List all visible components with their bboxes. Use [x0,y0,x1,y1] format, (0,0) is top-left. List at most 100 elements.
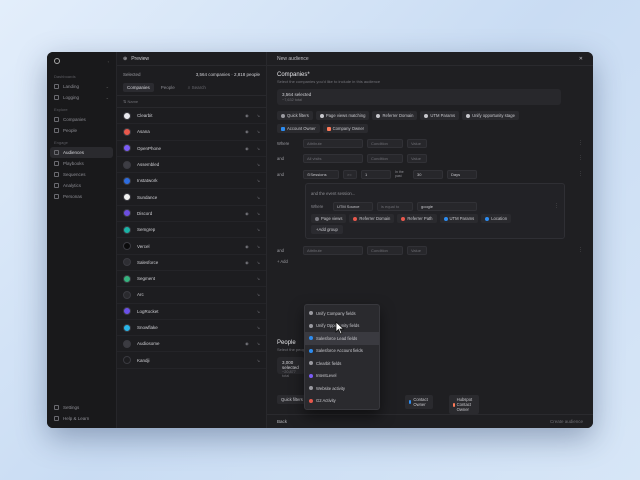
unit-select[interactable]: Days [447,169,477,179]
value-input[interactable]: Value [407,153,427,163]
link-icon[interactable]: ↘ [257,341,260,346]
nested-attribute[interactable]: UTM Source [333,201,373,211]
dropdown-item[interactable]: Website activity [305,382,379,395]
event-chip[interactable]: Page views [311,214,347,223]
owner-chip[interactable]: Account Owner [277,124,320,133]
list-item[interactable]: Vercel ◉ ↘ [117,238,266,255]
condition-select[interactable]: Condition [367,245,403,255]
more-icon[interactable]: ⋮ [554,203,559,209]
link-icon[interactable]: ↘ [257,162,260,167]
condition-select[interactable]: Condition [367,153,403,163]
row-actions: ↘ [257,292,260,297]
owner-chip[interactable]: Company Owner [322,124,369,133]
more-icon[interactable]: ⋮ [578,155,583,161]
people-quick-filters[interactable]: Quick filters [277,395,307,404]
sidebar-item-people[interactable]: People [47,125,116,136]
condition-select[interactable]: Condition [367,138,403,148]
attribute-select[interactable]: Attribute [303,138,363,148]
link-icon[interactable]: ↘ [257,146,260,151]
list-item[interactable]: Discord ◉ ↘ [117,206,266,223]
dropdown-item[interactable]: Unify Company fields [305,307,379,320]
tab-companies[interactable]: Companies [123,83,154,92]
close-icon[interactable]: ✕ [579,56,583,62]
attribute-select[interactable]: Attribute [303,245,363,255]
list-item[interactable]: Arc ↘ [117,287,266,304]
search-input[interactable]: ⌕ Search [188,85,206,90]
more-icon[interactable]: ⋮ [578,171,583,177]
filter-chip[interactable]: Page views matching [315,111,370,120]
filter-chip[interactable]: Unify opportunity stage [462,111,519,120]
link-icon[interactable]: ↘ [257,195,260,200]
create-audience-button[interactable]: Create audience [550,419,583,424]
sidebar-item-companies[interactable]: Companies [47,114,116,125]
back-button[interactable]: Back [277,419,287,424]
sidebar-item-logging[interactable]: Logging ⌄ [47,92,116,103]
list-item[interactable]: Snowflake ↘ [117,320,266,337]
dropdown-item[interactable]: IntentLevel [305,370,379,383]
nested-condition[interactable]: is equal to [377,201,413,211]
link-icon[interactable]: ↘ [257,309,260,314]
contact-owner-chip[interactable]: Contact Owner [405,395,434,409]
link-icon[interactable]: ↘ [257,244,260,249]
sessions-field[interactable]: ⊙ Sessions [303,169,339,179]
list-item[interactable]: Audiosome ◉ ↘ [117,336,266,353]
value-input[interactable]: Value [407,138,427,148]
event-chip[interactable]: Location [481,214,512,223]
filter-chip[interactable]: Referrer Domain [372,111,418,120]
list-item[interactable]: OpenPhone ◉ ↘ [117,141,266,157]
list-item[interactable]: Segment ↘ [117,271,266,288]
link-icon[interactable]: ↘ [257,211,260,216]
collapse-icon[interactable]: ‹ [108,59,109,64]
link-icon[interactable]: ↘ [257,113,260,118]
list-item[interactable]: Assembled ↘ [117,157,266,174]
sidebar-item-settings[interactable]: Settings [47,402,116,413]
value-input[interactable]: Value [407,245,427,255]
event-chip[interactable]: Referrer Domain [349,214,395,223]
list-item[interactable]: Instatwork ↘ [117,173,266,190]
window-input[interactable]: 30 [413,169,443,179]
link-icon[interactable]: ↘ [257,178,260,183]
link-icon[interactable]: ↘ [257,129,260,134]
filter-chip[interactable]: Quick filters [277,111,313,120]
add-group-button[interactable]: + Add group [311,225,343,234]
tab-people[interactable]: People [157,83,179,92]
link-icon[interactable]: ↘ [257,358,260,363]
more-icon[interactable]: ⋮ [578,247,583,253]
sidebar-item-help-learn[interactable]: Help & Learn [47,413,116,424]
more-icon[interactable]: ⋮ [578,140,583,146]
link-icon[interactable]: ↘ [257,260,260,265]
link-icon[interactable]: ↘ [257,227,260,232]
sidebar-item-playbooks[interactable]: Playbooks [47,158,116,169]
hubspot-owner-chip[interactable]: Hubspot Contact Owner [449,395,479,414]
sidebar-item-analytics[interactable]: Analytics [47,180,116,191]
sidebar-item-sequences[interactable]: Sequences [47,169,116,180]
personas-icon [54,194,59,199]
dropdown-item[interactable]: Salesforce Account fields [305,345,379,358]
list-item[interactable]: LogRocket ↘ [117,304,266,320]
sidebar-item-audiences[interactable]: Audiences [50,147,113,158]
sidebar-item-landing[interactable]: Landing ⌄ [47,81,116,92]
list-item[interactable]: Kandji ↘ [117,352,266,369]
event-chip[interactable]: Referrer Path [397,214,437,223]
dropdown-item[interactable]: G2 Activity [305,395,379,408]
nested-value[interactable]: google [417,201,477,211]
attribute-select[interactable]: All visits [303,153,363,163]
filter-chip[interactable]: UTM Params [420,111,460,120]
add-filter-button[interactable]: + Add [277,259,583,264]
column-header[interactable]: ⇅ Name [117,95,266,108]
operator-select[interactable]: >= [343,169,357,179]
list-item[interactable]: Asana ◉ ↘ [117,124,266,141]
main-header: New audience ✕ [267,52,593,66]
link-icon[interactable]: ↘ [257,325,260,330]
event-chip[interactable]: UTM Params [439,214,479,223]
list-item[interactable]: Clearbit ◉ ↘ [117,108,266,125]
count-input[interactable]: 1 [361,169,391,179]
link-icon[interactable]: ↘ [257,276,260,281]
dropdown-item[interactable]: Clearbit fields [305,357,379,370]
link-icon[interactable]: ↘ [257,292,260,297]
list-item[interactable]: Semgrep ↘ [117,222,266,239]
list-item[interactable]: Sundance ↘ [117,189,266,206]
event-chip-label: Page views [321,216,343,221]
list-item[interactable]: Salesforce ◉ ↘ [117,255,266,271]
sidebar-item-personas[interactable]: Personas [47,191,116,202]
